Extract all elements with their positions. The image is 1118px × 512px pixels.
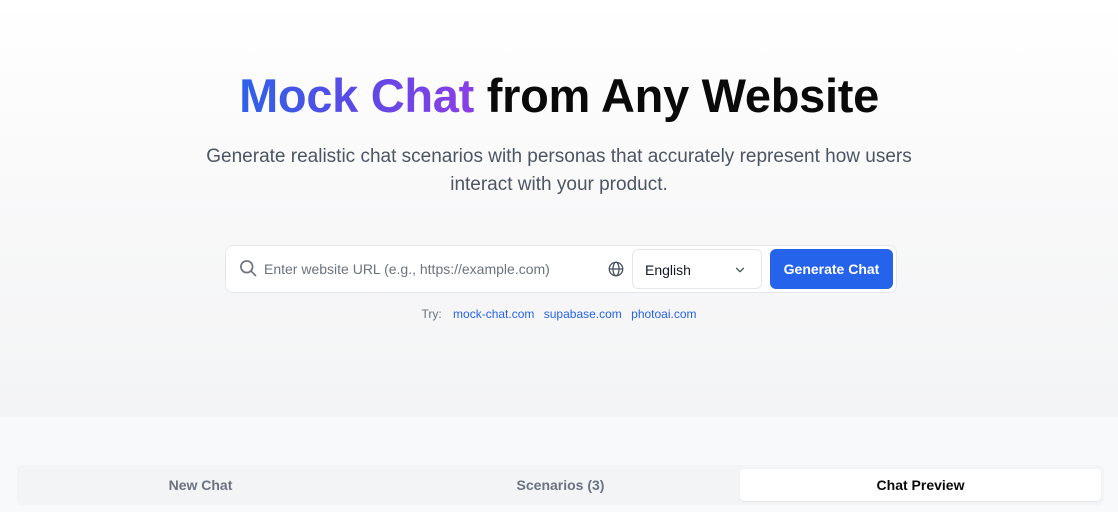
suggestion-links: Try: mock-chat.com supabase.com photoai.… <box>0 307 1118 321</box>
page-title: Mock Chat from Any Website <box>0 66 1118 126</box>
globe-icon <box>608 261 624 277</box>
website-url-input[interactable] <box>264 256 604 282</box>
title-rest: from Any Website <box>486 69 879 122</box>
title-highlight: Mock Chat <box>239 69 475 122</box>
suggestion-link-supabase[interactable]: supabase.com <box>544 307 622 321</box>
url-search-bar: English Generate Chat <box>225 245 897 293</box>
tab-new-chat[interactable]: New Chat <box>20 469 381 501</box>
language-select-value: English <box>645 262 691 278</box>
generate-chat-button[interactable]: Generate Chat <box>770 249 893 289</box>
search-icon <box>240 260 257 277</box>
view-tabs: New Chat Scenarios (3) Chat Preview <box>17 465 1104 505</box>
hero-section: Mock Chat from Any Website Generate real… <box>0 0 1118 417</box>
chevron-down-icon <box>735 267 745 273</box>
page-subtitle: Generate realistic chat scenarios with p… <box>206 146 912 195</box>
suggestion-link-mock-chat[interactable]: mock-chat.com <box>453 307 534 321</box>
tab-chat-preview[interactable]: Chat Preview <box>740 469 1101 501</box>
suggestion-link-photoai[interactable]: photoai.com <box>631 307 696 321</box>
language-select[interactable]: English <box>632 249 762 289</box>
try-label: Try: <box>421 307 442 321</box>
tab-scenarios[interactable]: Scenarios (3) <box>380 469 741 501</box>
